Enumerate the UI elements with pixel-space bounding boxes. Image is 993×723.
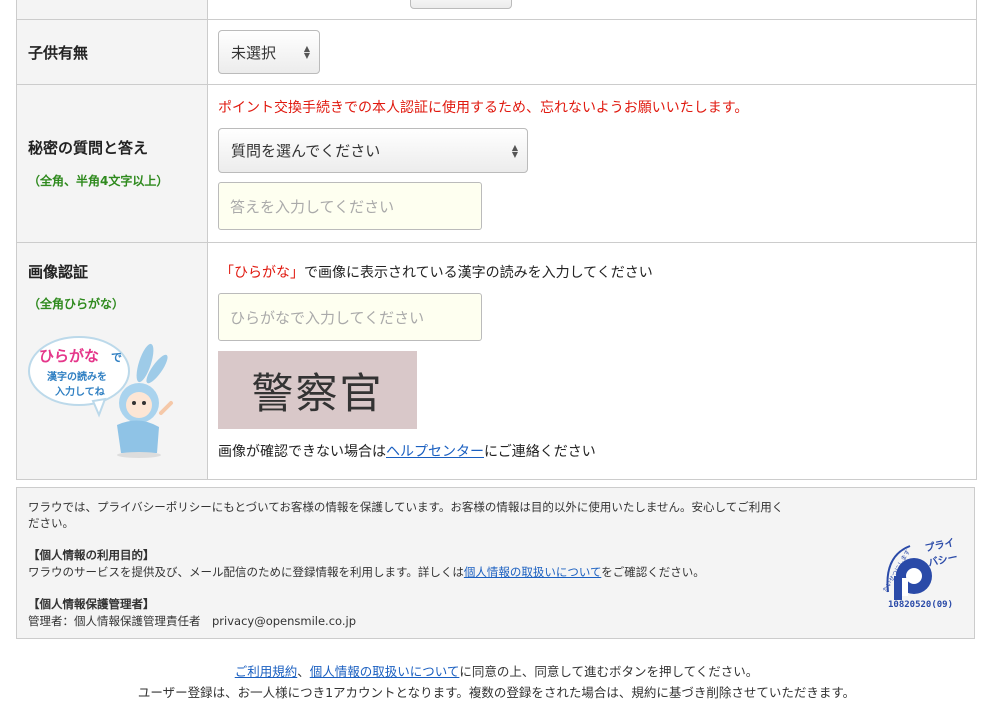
form-row-captcha: 画像認証 （全角ひらがな） ひらがな で 漢字の読みを 入力してね 「ひらがな」… xyxy=(17,243,976,479)
mascot-text-line3: 入力してね xyxy=(55,387,105,398)
mascot-text-hiragana: ひらがな xyxy=(39,347,100,365)
privacy-manager-title: 【個人情報保護管理者】 xyxy=(28,597,155,611)
label-cell xyxy=(17,0,208,19)
value-cell: 「ひらがな」で画像に表示されている漢字の読みを入力してください ひらがなで入力し… xyxy=(208,243,976,479)
form-row-previous xyxy=(17,0,976,20)
privacy-purpose-text: ワラウのサービスを提供及び、メール配信のために登録情報を利用します。詳しくは個人… xyxy=(28,564,705,580)
privacy-manager-text: 管理者：個人情報保護管理責任者 privacy@opensmile.co.jp xyxy=(28,614,357,628)
purpose-after: をご確認ください。 xyxy=(601,565,705,579)
help-after: にご連絡ください xyxy=(484,444,596,460)
agreement-text: に同意の上、同意して進むボタンを押してください。 xyxy=(459,664,759,679)
instruction-hiragana: ひらがな xyxy=(234,265,290,281)
label-cell: 子供有無 xyxy=(17,20,208,84)
privacy-purpose-title: 【個人情報の利用目的】 xyxy=(28,548,155,562)
mascot-illustration: ひらがな で 漢字の読みを 入力してね xyxy=(27,333,177,458)
account-note: ユーザー登録は、お一人様につき1アカウントとなります。複数の登録をされた場合は、… xyxy=(137,685,856,700)
label-cell: 画像認証 （全角ひらがな） ひらがな で 漢字の読みを 入力してね xyxy=(17,243,208,479)
privacy-handling-link[interactable]: 個人情報の取扱いについて xyxy=(464,565,601,579)
registration-form-table: 子供有無 未選択 ▲ ▼ 秘密の質問と答え （全角、半角4文字以上） ポイント交換… xyxy=(16,0,977,480)
captcha-image: 警察官 xyxy=(218,351,417,429)
purpose-before: ワラウのサービスを提供及び、メール配信のために登録情報を利用します。詳しくは xyxy=(28,565,464,579)
captcha-answer-placeholder: ひらがなで入力してください xyxy=(230,308,425,327)
select-arrows-icon: ▲ ▼ xyxy=(511,142,518,159)
privacy-intro-cont: ださい。 xyxy=(28,516,74,530)
value-cell: ポイント交換手続きでの本人認証に使用するため、忘れないようお願いいたします。 質… xyxy=(208,85,976,242)
captcha-help-text: 画像が確認できない場合はヘルプセンターにご連絡ください xyxy=(218,441,596,461)
instruction-bracket-open: 「 xyxy=(220,265,234,281)
secret-question-sub: （全角、半角4文字以上） xyxy=(28,174,169,188)
mascot-text-line2: 漢字の読みを xyxy=(47,372,107,383)
captcha-answer-input[interactable]: ひらがなで入力してください xyxy=(218,293,482,341)
label-cell: 秘密の質問と答え （全角、半角4文字以上） xyxy=(17,85,208,242)
captcha-instruction: 「ひらがな」で画像に表示されている漢字の読みを入力してください xyxy=(220,262,653,282)
footer-privacy-link[interactable]: 個人情報の取扱いについて xyxy=(310,664,460,679)
secret-question-notice: ポイント交換手続きでの本人認証に使用するため、忘れないようお願いいたします。 xyxy=(218,100,749,116)
terms-link[interactable]: ご利用規約 xyxy=(235,664,298,679)
form-row-children: 子供有無 未選択 ▲ ▼ xyxy=(17,20,976,85)
instruction-rest: で画像に表示されている漢字の読みを入力してください xyxy=(304,265,653,281)
secret-answer-placeholder: 答えを入力してください xyxy=(230,197,395,216)
help-center-link[interactable]: ヘルプセンター xyxy=(386,444,484,460)
select-arrows-icon: ▲ ▼ xyxy=(303,44,310,60)
privacy-mark-number: 10820520(09) xyxy=(888,600,954,610)
privacy-notice-box: ワラウでは、プライバシーポリシーにもとづいてお客様の情報を保護しています。お客様… xyxy=(16,487,975,639)
previous-select[interactable] xyxy=(410,0,512,9)
secret-question-label: 秘密の質問と答え xyxy=(28,139,149,157)
value-cell: 未選択 ▲ ▼ xyxy=(208,20,976,84)
captcha-label: 画像認証 xyxy=(28,263,89,281)
instruction-bracket-close: 」 xyxy=(290,265,304,281)
children-select-value: 未選択 xyxy=(231,43,277,62)
children-label: 子供有無 xyxy=(28,44,89,62)
secret-answer-input[interactable]: 答えを入力してください xyxy=(218,182,482,230)
privacy-mark-logo: プライバシー たいせつにします 10820520(09) xyxy=(880,534,960,616)
privacy-intro: ワラウでは、プライバシーポリシーにもとづいてお客様の情報を保護しています。お客様… xyxy=(28,500,784,514)
help-before: 画像が確認できない場合は xyxy=(218,444,386,460)
form-row-secret-question: 秘密の質問と答え （全角、半角4文字以上） ポイント交換手続きでの本人認証に使用… xyxy=(17,85,976,243)
agreement-sep: 、 xyxy=(297,664,310,679)
secret-question-select-value: 質問を選んでください xyxy=(231,142,381,160)
agreement-line: ご利用規約、個人情報の取扱いについてに同意の上、同意して進むボタンを押してくださ… xyxy=(0,661,993,680)
value-cell xyxy=(208,0,976,19)
mascot-text-de: で xyxy=(111,351,122,364)
secret-question-select[interactable]: 質問を選んでください ▲ ▼ xyxy=(218,128,528,173)
children-select[interactable]: 未選択 ▲ ▼ xyxy=(218,30,320,74)
captcha-sub: （全角ひらがな） xyxy=(28,297,125,311)
